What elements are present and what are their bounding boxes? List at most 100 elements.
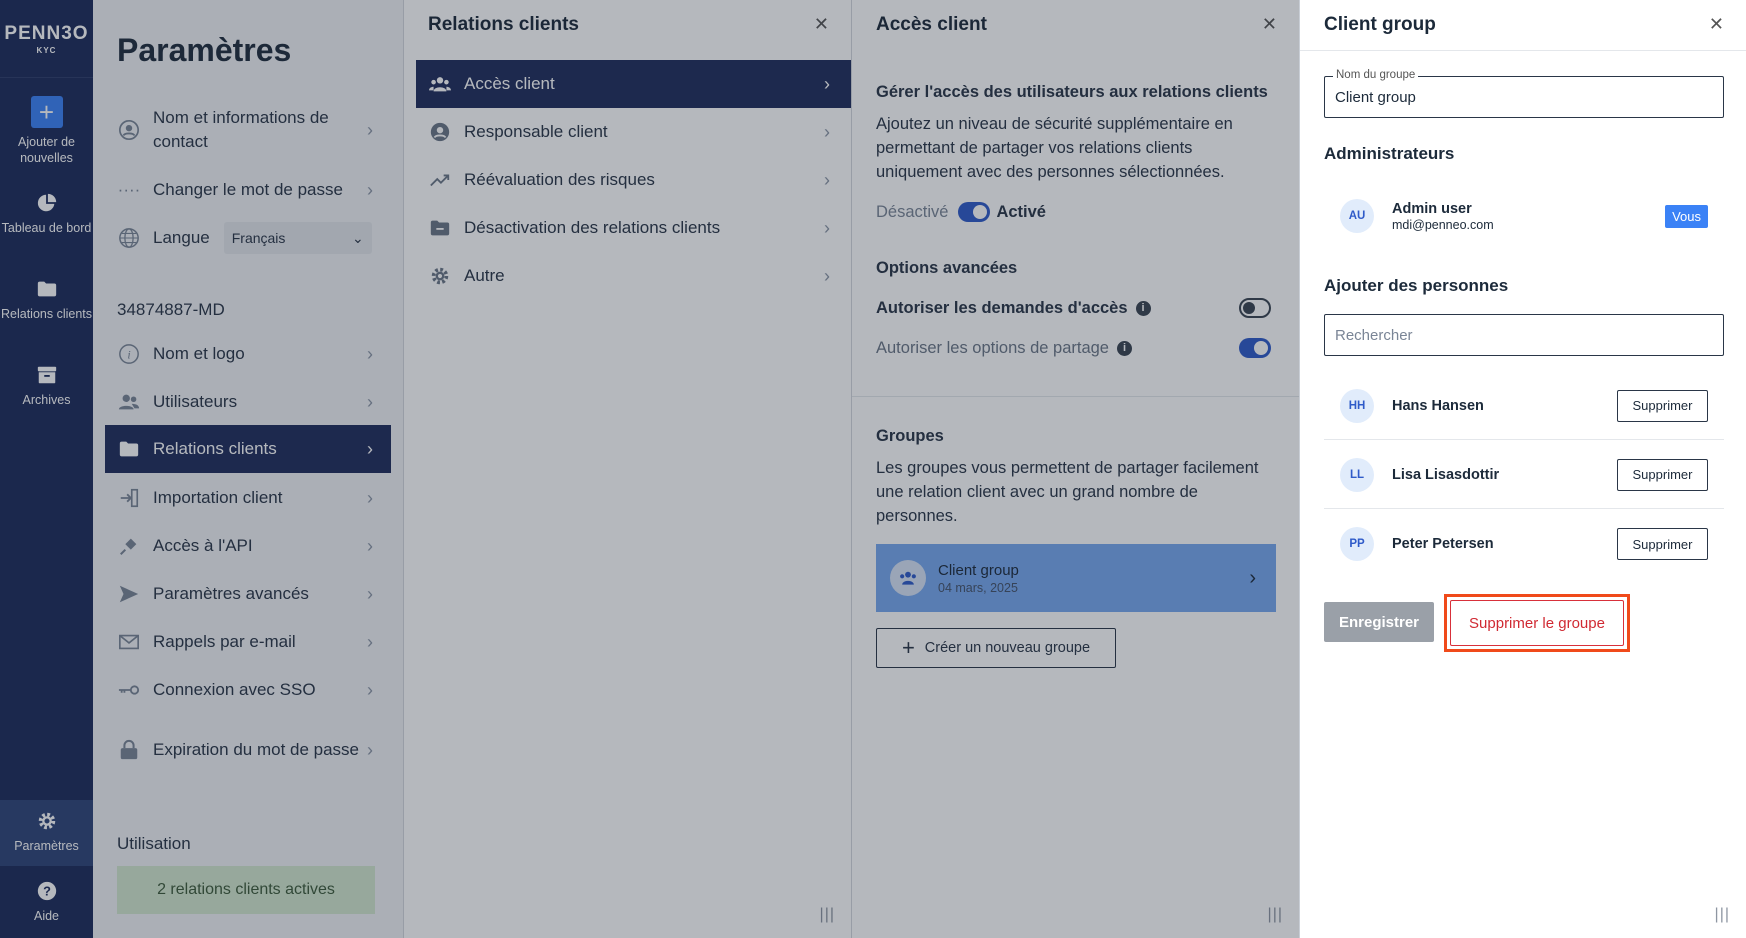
groups-description: Les groupes vous permettent de partager … [876, 459, 1259, 525]
remove-member-button[interactable]: Supprimer [1617, 528, 1708, 560]
group-name-field[interactable]: Nom du groupe Client group [1324, 69, 1724, 118]
nav-dashboard[interactable]: Tableau de bord [0, 192, 93, 236]
company-id: 34874887-MD [117, 300, 225, 319]
settings-item-contact[interactable]: Nom et informations de contact › [105, 106, 391, 154]
nav-dashboard-label: Tableau de bord [1, 221, 92, 235]
settings-item-users[interactable]: Utilisateurs › [105, 390, 391, 414]
menu-item-client-manager[interactable]: Responsable client › [416, 108, 852, 156]
gear-icon [428, 264, 452, 288]
save-button[interactable]: Enregistrer [1324, 602, 1434, 642]
menu-item-client-access[interactable]: Accès client › [416, 60, 852, 108]
chevron-right-icon: › [367, 179, 373, 200]
settings-item-password-label: Changer le mot de passe [153, 180, 343, 199]
svg-text:i: i [127, 348, 130, 362]
nav-settings[interactable]: Paramètres [0, 800, 93, 866]
remove-member-button[interactable]: Supprimer [1617, 389, 1708, 422]
remove-member-button[interactable]: Supprimer [1617, 458, 1708, 491]
chevron-right-icon: › [824, 121, 830, 142]
sharing-toggle[interactable] [1239, 338, 1271, 358]
search-placeholder: Rechercher [1335, 326, 1413, 344]
user-icon [117, 118, 141, 142]
nav-archives[interactable]: Archives [0, 364, 93, 408]
settings-item-sso-label: Connexion avec SSO [153, 680, 316, 699]
nav-settings-label: Paramètres [14, 839, 79, 853]
nav-help[interactable]: ? Aide [0, 880, 93, 924]
divider [852, 396, 1299, 397]
group-panel: Client group ✕ Nom du groupe Client grou… [1299, 0, 1746, 938]
relations-panel: Relations clients ✕ Accès client › Respo… [403, 0, 852, 938]
access-requests-toggle[interactable] [1239, 298, 1271, 318]
resize-grip-icon[interactable]: ||| [820, 906, 835, 924]
settings-item-import[interactable]: Importation client › [105, 486, 391, 510]
option-sharing-label: Autoriser les options de partage [876, 339, 1109, 357]
settings-item-password-expiry[interactable]: Expiration du mot de passe › [105, 726, 391, 774]
svg-text:?: ? [43, 884, 51, 899]
resize-grip-icon[interactable]: ||| [1715, 906, 1730, 924]
usage-title: Utilisation [117, 834, 191, 853]
close-icon[interactable]: ✕ [1262, 14, 1277, 35]
group-panel-title: Client group [1324, 14, 1436, 35]
settings-item-sso[interactable]: Connexion avec SSO › [105, 678, 391, 702]
language-select[interactable]: Français ⌄ [223, 222, 372, 254]
search-input[interactable]: Rechercher [1324, 314, 1724, 356]
folder-minus-icon [428, 216, 452, 240]
users-icon [890, 560, 926, 596]
settings-item-client-relations-label: Relations clients [153, 439, 277, 458]
mail-icon [117, 630, 141, 654]
info-icon[interactable]: i [1135, 301, 1151, 317]
close-icon[interactable]: ✕ [1709, 14, 1724, 35]
info-icon: i [117, 342, 141, 366]
menu-item-other-label: Autre [464, 266, 505, 285]
groups-title: Groupes [876, 427, 944, 445]
page-title: Paramètres [117, 32, 292, 68]
chevron-right-icon: › [824, 265, 830, 286]
settings-item-password[interactable]: ···· Changer le mot de passe › [105, 178, 391, 202]
menu-item-deactivation[interactable]: Désactivation des relations clients › [416, 204, 852, 252]
logo[interactable]: PENN3O KYC [0, 0, 93, 78]
send-icon [117, 582, 141, 606]
chevron-right-icon: › [367, 391, 373, 412]
nav-client-relations[interactable]: Relations clients [0, 278, 93, 322]
member-name: Peter Petersen [1392, 536, 1494, 552]
settings-item-api[interactable]: Accès à l'API › [105, 534, 391, 558]
import-icon [117, 486, 141, 510]
lock-icon [117, 738, 141, 762]
menu-item-deactivation-label: Désactivation des relations clients [464, 218, 721, 237]
settings-item-client-relations[interactable]: Relations clients › [105, 425, 391, 473]
add-people-title: Ajouter des personnes [1324, 276, 1509, 295]
avatar: LL [1340, 457, 1374, 492]
admin-name: Admin user [1392, 200, 1472, 217]
toggle-off-label: Désactivé [876, 203, 949, 221]
menu-item-other[interactable]: Autre › [416, 252, 852, 300]
group-name-field-value: Client group [1335, 88, 1416, 106]
group-card[interactable]: Client group 04 mars, 2025 › [876, 544, 1276, 612]
member-row: LL Lisa Lisasdottir Supprimer [1324, 441, 1724, 509]
close-icon[interactable]: ✕ [814, 14, 829, 35]
trend-icon [428, 168, 452, 192]
menu-item-client-manager-label: Responsable client [464, 122, 608, 141]
settings-item-advanced[interactable]: Paramètres avancés › [105, 582, 391, 606]
users-icon [117, 390, 141, 414]
settings-item-name-logo[interactable]: i Nom et logo › [105, 342, 391, 366]
create-group-label: Créer un nouveau groupe [924, 640, 1091, 656]
create-group-button[interactable]: + Créer un nouveau groupe [876, 628, 1116, 668]
users-icon [428, 72, 452, 96]
settings-item-email-reminders[interactable]: Rappels par e-mail › [105, 630, 391, 654]
access-toggle[interactable] [958, 202, 991, 222]
admins-title: Administrateurs [1324, 144, 1455, 163]
settings-item-contact-label: Nom et informations de contact [153, 108, 329, 151]
language-select-value: Français [231, 230, 286, 246]
chevron-down-icon: ⌄ [352, 229, 364, 246]
language-label: Langue [153, 228, 210, 247]
info-icon[interactable]: i [1116, 341, 1132, 357]
folder-icon [37, 281, 56, 297]
menu-item-risk-reassessment[interactable]: Réévaluation des risques › [416, 156, 852, 204]
settings-item-import-label: Importation client [153, 488, 283, 507]
access-description: Ajoutez un niveau de sécurité supplément… [876, 115, 1233, 181]
member-name: Lisa Lisasdottir [1392, 466, 1500, 483]
nav-add-new[interactable]: + Ajouter de nouvelles [0, 96, 93, 166]
delete-group-button[interactable]: Supprimer le groupe [1450, 600, 1624, 646]
toggle-on-label: Activé [996, 203, 1046, 221]
access-heading: Gérer l'accès des utilisateurs aux relat… [876, 83, 1268, 101]
resize-grip-icon[interactable]: ||| [1268, 906, 1283, 924]
